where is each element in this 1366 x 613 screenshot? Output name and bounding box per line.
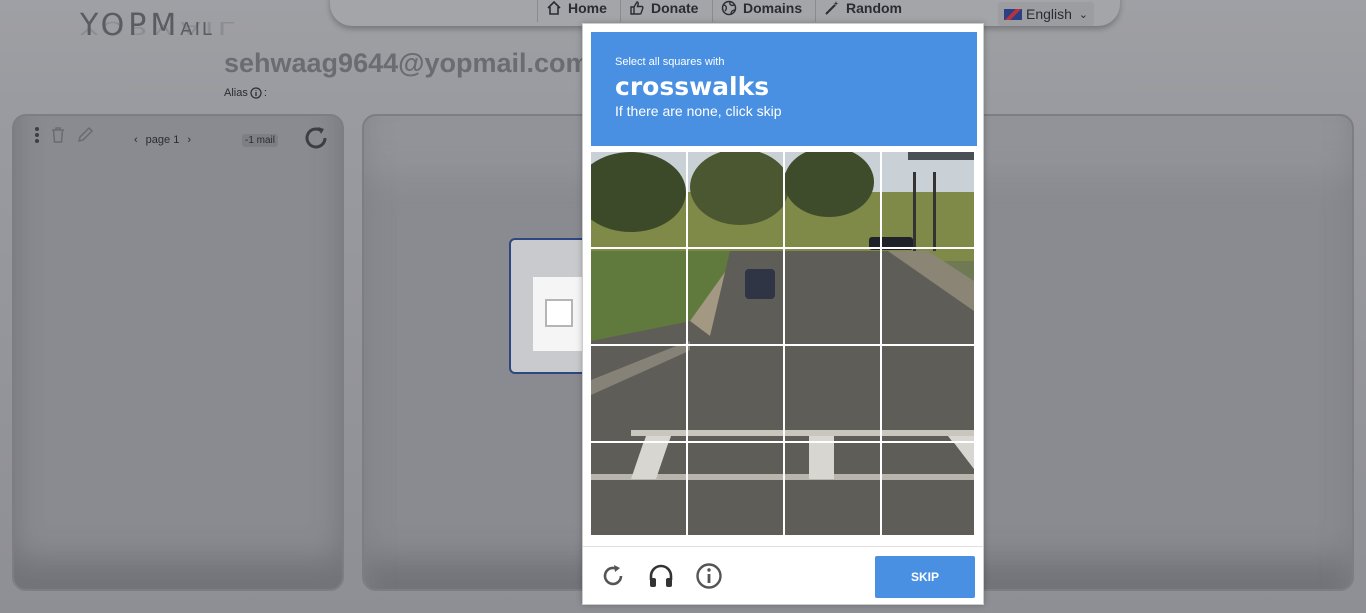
tile-image: [688, 443, 783, 535]
logo-reflection: YOPMAIL: [80, 17, 239, 38]
image-tile[interactable]: [785, 443, 880, 538]
uk-flag-icon: [1004, 8, 1022, 20]
alias-label: Alias: [224, 87, 248, 99]
instruction-target: crosswalks: [615, 72, 770, 101]
nav-domains-label: Domains: [743, 0, 803, 16]
language-select[interactable]: English ⌄: [998, 2, 1094, 26]
nav-donate-label: Donate: [651, 0, 699, 16]
next-page-button[interactable]: ›: [187, 134, 191, 146]
alias-row: Alias :: [224, 87, 267, 99]
image-tile[interactable]: [882, 443, 977, 538]
globe-icon: [721, 0, 737, 16]
alias-suffix: :: [263, 87, 267, 99]
image-tile[interactable]: [785, 152, 880, 247]
image-tile[interactable]: [591, 443, 686, 538]
language-label: English: [1026, 6, 1072, 22]
mail-count-badge: -1 mail: [242, 134, 279, 147]
nav-donate[interactable]: Donate: [620, 0, 706, 22]
image-tile[interactable]: [882, 152, 977, 247]
reload-icon[interactable]: [599, 562, 627, 590]
magic-wand-icon: [825, 1, 839, 15]
tile-image: [785, 152, 880, 247]
image-tile[interactable]: [882, 249, 977, 344]
tile-image: [688, 152, 783, 247]
instruction-sub: If there are none, click skip: [615, 103, 782, 119]
info-small-icon[interactable]: [250, 87, 262, 99]
tile-image: [591, 152, 686, 247]
tile-image: [688, 249, 783, 344]
tile-image: [882, 346, 974, 441]
image-tile[interactable]: [591, 346, 686, 441]
inbox-toolbar: [34, 126, 94, 144]
tile-image: [785, 346, 880, 441]
image-tile[interactable]: [591, 249, 686, 344]
inbox-panel: ‹ page 1 › -1 mail: [12, 114, 344, 591]
tile-image: [882, 249, 974, 344]
tile-image: [591, 249, 686, 344]
skip-button[interactable]: SKIP: [875, 556, 975, 598]
image-tile[interactable]: [785, 346, 880, 441]
tile-image: [785, 249, 880, 344]
refresh-icon[interactable]: [302, 124, 330, 152]
nav-home[interactable]: Home: [537, 0, 615, 22]
image-tile[interactable]: [882, 346, 977, 441]
tile-image: [882, 443, 974, 535]
image-tile[interactable]: [591, 152, 686, 247]
nav-domains[interactable]: Domains: [712, 0, 810, 22]
tile-image: [785, 443, 880, 535]
chevron-down-icon: ⌄: [1078, 8, 1088, 21]
tile-image: [882, 152, 974, 247]
thumbs-up-icon: [630, 1, 644, 15]
home-icon: [547, 0, 561, 15]
captcha-challenge: Select all squares with crosswalks If th…: [582, 23, 984, 605]
headphones-icon[interactable]: [647, 562, 675, 590]
edit-icon[interactable]: [76, 126, 94, 144]
tile-image: [591, 443, 686, 535]
image-tile[interactable]: [688, 249, 783, 344]
tile-image: [688, 346, 783, 441]
image-tile[interactable]: [688, 346, 783, 441]
image-tile[interactable]: [785, 249, 880, 344]
trash-icon[interactable]: [50, 126, 66, 144]
pager: ‹ page 1 ›: [134, 134, 191, 146]
info-icon[interactable]: [695, 562, 723, 590]
more-options-icon[interactable]: [34, 126, 40, 144]
captcha-footer: SKIP: [583, 546, 983, 604]
image-tile[interactable]: [688, 443, 783, 538]
captcha-checkbox[interactable]: [545, 299, 573, 327]
image-grid: [591, 152, 977, 538]
nav-random[interactable]: Random: [815, 0, 910, 22]
instruction-small: Select all squares with: [615, 56, 725, 68]
page-label: page 1: [145, 134, 180, 146]
captcha-header: Select all squares with crosswalks If th…: [591, 32, 977, 146]
tile-image: [591, 346, 686, 441]
nav-home-label: Home: [568, 0, 607, 16]
email-address: sehwaag9644@yopmail.com: [224, 48, 590, 78]
image-tile[interactable]: [688, 152, 783, 247]
nav-random-label: Random: [846, 0, 902, 16]
prev-page-button[interactable]: ‹: [134, 134, 138, 146]
